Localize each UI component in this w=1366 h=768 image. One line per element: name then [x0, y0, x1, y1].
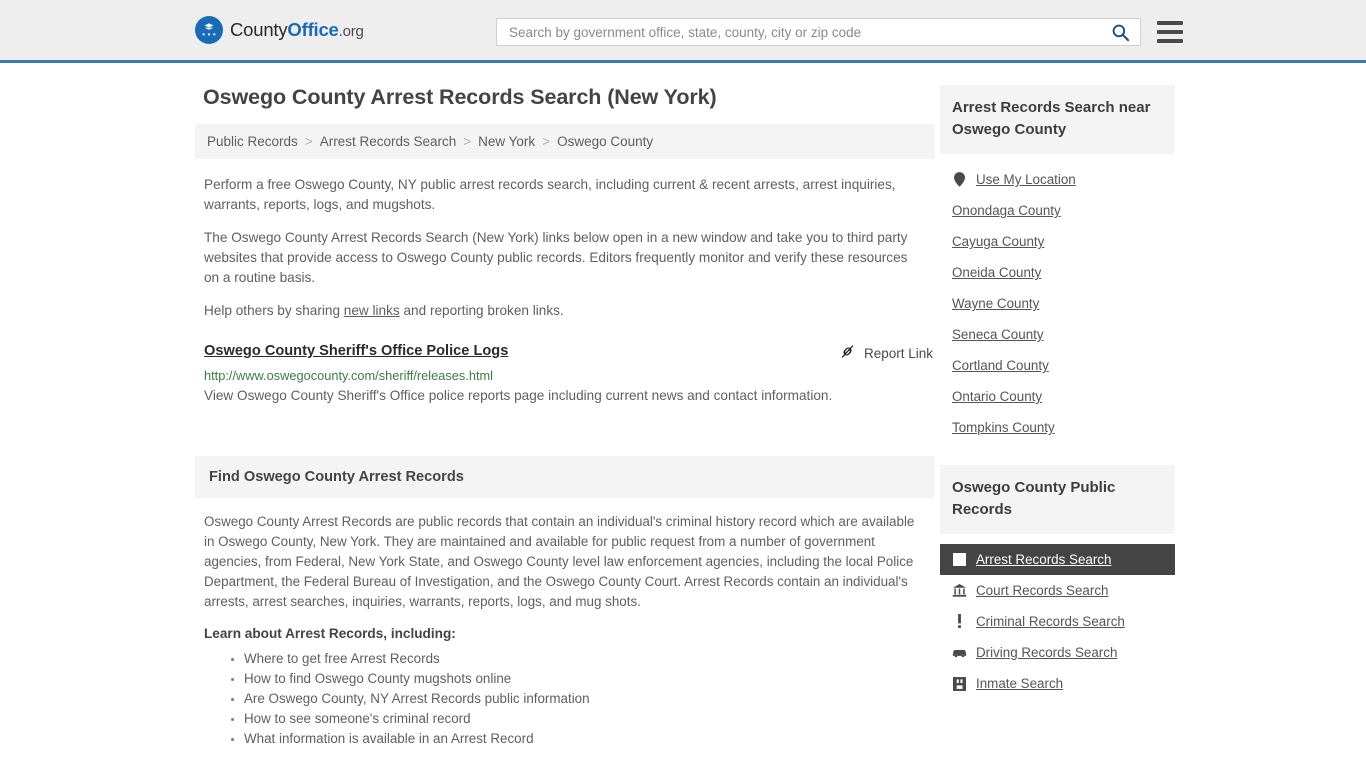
logo-text-county: County	[230, 19, 288, 40]
nearby-search-list: Use My Location Onondaga County Cayuga C…	[940, 154, 1175, 443]
breadcrumb-separator: >	[463, 134, 472, 149]
sidebar-item-wayne-county[interactable]: Wayne County	[940, 288, 1175, 319]
list-item: Are Oswego County, NY Arrest Records pub…	[244, 689, 926, 709]
sidebar-item-label: Oneida County	[952, 265, 1042, 280]
sidebar-item-cortland-county[interactable]: Cortland County	[940, 350, 1175, 381]
sidebar-item-oneida-county[interactable]: Oneida County	[940, 257, 1175, 288]
search-icon[interactable]	[1109, 23, 1132, 42]
find-records-section-body: Oswego County Arrest Records are public …	[195, 498, 935, 749]
sidebar-item-inmate-search[interactable]: Inmate Search	[940, 668, 1175, 699]
result-url: http://www.oswegocounty.com/sheriff/rele…	[204, 368, 494, 383]
breadcrumb-separator: >	[542, 134, 551, 149]
eagle-seal-icon	[195, 16, 223, 44]
sidebar-item-label: Cortland County	[952, 358, 1049, 373]
intro-paragraph-2: The Oswego County Arrest Records Search …	[204, 230, 908, 285]
sidebar-item-criminal-records-search[interactable]: Criminal Records Search	[940, 606, 1175, 637]
sidebar-item-label: Onondaga County	[952, 203, 1061, 218]
nearby-search-heading: Arrest Records Search near Oswego County	[940, 85, 1175, 154]
report-link-button[interactable]: Report Link	[839, 343, 935, 363]
list-item: How to see someone's criminal record	[244, 709, 926, 729]
site-logo[interactable]: CountyOffice.org	[195, 16, 364, 44]
report-link-label: Report Link	[863, 345, 933, 361]
sidebar: Arrest Records Search near Oswego County…	[940, 63, 1175, 749]
list-item: Where to get free Arrest Records	[244, 649, 926, 669]
search-area	[496, 18, 1183, 46]
sidebar-item-driving-records-search[interactable]: Driving Records Search	[940, 637, 1175, 668]
find-records-paragraph: Oswego County Arrest Records are public …	[204, 514, 915, 609]
hamburger-bar	[1157, 30, 1183, 34]
sidebar-item-label: Court Records Search	[976, 583, 1109, 598]
hamburger-bar	[1157, 21, 1183, 25]
sidebar-item-seneca-county[interactable]: Seneca County	[940, 319, 1175, 350]
help-prefix: Help others by sharing	[204, 303, 344, 318]
learn-about-heading: Learn about Arrest Records, including:	[204, 626, 456, 641]
map-pin-icon	[952, 172, 967, 187]
result-header-row: Oswego County Sheriff's Office Police Lo…	[204, 343, 935, 363]
square-icon	[952, 552, 967, 567]
breadcrumb-separator: >	[304, 134, 313, 149]
page-body: Oswego County Arrest Records Search (New…	[0, 63, 1366, 749]
main-column: Oswego County Arrest Records Search (New…	[195, 63, 935, 749]
sidebar-item-court-records-search[interactable]: Court Records Search	[940, 575, 1175, 606]
sidebar-item-label: Arrest Records Search	[976, 552, 1112, 567]
help-suffix: and reporting broken links.	[399, 303, 564, 318]
breadcrumb: Public Records > Arrest Records Search >…	[195, 124, 935, 159]
sidebar-item-label: Seneca County	[952, 327, 1044, 342]
search-input[interactable]	[507, 19, 1109, 45]
breadcrumb-item-new-york[interactable]: New York	[478, 134, 535, 149]
sidebar-item-label: Criminal Records Search	[976, 614, 1125, 629]
hamburger-bar	[1157, 39, 1183, 43]
result-description: View Oswego County Sheriff's Office poli…	[204, 388, 833, 403]
sidebar-item-label: Cayuga County	[952, 234, 1045, 249]
breadcrumb-item-oswego-county: Oswego County	[557, 134, 654, 149]
learn-about-list: Where to get free Arrest Records How to …	[204, 649, 926, 749]
page-title: Oswego County Arrest Records Search (New…	[203, 85, 717, 109]
help-paragraph: Help others by sharing new links and rep…	[204, 301, 914, 321]
search-box[interactable]	[496, 18, 1141, 46]
hamburger-menu-icon[interactable]	[1157, 21, 1183, 43]
sidebar-item-arrest-records-search[interactable]: Arrest Records Search	[940, 544, 1175, 575]
broken-link-icon	[839, 343, 856, 363]
site-header: CountyOffice.org	[0, 0, 1366, 63]
sidebar-item-label: Driving Records Search	[976, 645, 1118, 660]
sidebar-item-onondaga-county[interactable]: Onondaga County	[940, 195, 1175, 226]
nearby-search-card: Arrest Records Search near Oswego County…	[940, 85, 1175, 443]
exclamation-icon	[952, 614, 967, 629]
jail-icon	[952, 676, 967, 691]
new-links-link[interactable]: new links	[344, 303, 400, 318]
intro-paragraph-1: Perform a free Oswego County, NY public …	[204, 177, 896, 212]
sidebar-item-label: Wayne County	[952, 296, 1040, 311]
logo-text-office: Office	[287, 19, 339, 40]
logo-wordmark: CountyOffice.org	[230, 19, 364, 41]
sidebar-item-cayuga-county[interactable]: Cayuga County	[940, 226, 1175, 257]
courthouse-icon	[952, 583, 967, 598]
sidebar-item-label: Inmate Search	[976, 676, 1064, 691]
public-records-card: Oswego County Public Records Arrest Reco…	[940, 465, 1175, 699]
list-item: How to find Oswego County mugshots onlin…	[244, 669, 926, 689]
sidebar-item-ontario-county[interactable]: Ontario County	[940, 381, 1175, 412]
sidebar-item-label: Use My Location	[976, 172, 1076, 187]
sidebar-item-label: Tompkins County	[952, 420, 1055, 435]
sidebar-item-use-my-location[interactable]: Use My Location	[940, 164, 1175, 195]
breadcrumb-item-public-records[interactable]: Public Records	[207, 134, 298, 149]
public-records-heading: Oswego County Public Records	[940, 465, 1175, 534]
result-item: Oswego County Sheriff's Office Police Lo…	[204, 343, 935, 406]
sidebar-item-tompkins-county[interactable]: Tompkins County	[940, 412, 1175, 443]
list-item: What information is available in an Arre…	[244, 729, 926, 749]
result-title-link[interactable]: Oswego County Sheriff's Office Police Lo…	[204, 343, 508, 359]
public-records-list: Arrest Records Search Court Records Sear…	[940, 534, 1175, 699]
car-icon	[952, 645, 967, 660]
logo-text-tld: .org	[338, 23, 364, 40]
breadcrumb-item-arrest-records-search[interactable]: Arrest Records Search	[320, 134, 457, 149]
sidebar-item-label: Ontario County	[952, 389, 1043, 404]
find-records-section-heading: Find Oswego County Arrest Records	[195, 456, 935, 498]
